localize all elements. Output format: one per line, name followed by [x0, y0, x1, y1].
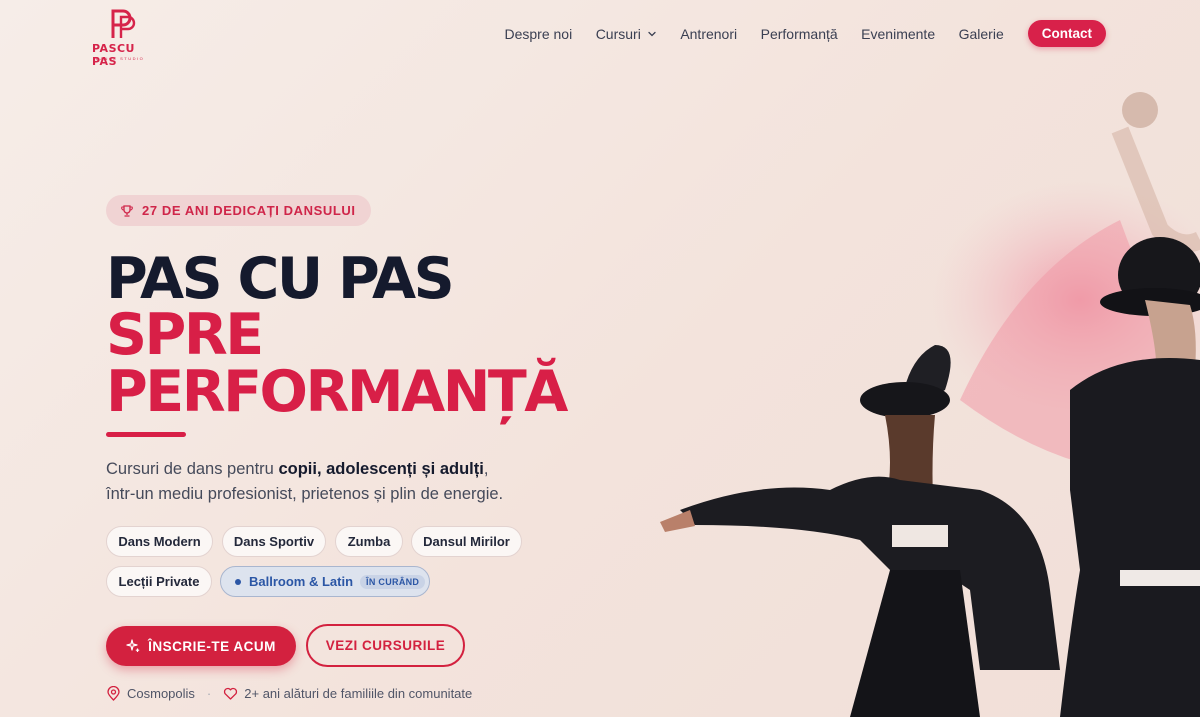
nav-galerie[interactable]: Galerie: [959, 26, 1004, 42]
nav-evenimente[interactable]: Evenimente: [861, 26, 935, 42]
chip-ballroom-latin-label: Ballroom & Latin: [249, 574, 354, 589]
location-pin-icon: [107, 686, 120, 701]
sparkle-icon: [126, 639, 140, 652]
coming-soon-badge: ÎN CURÂND: [360, 574, 426, 589]
nav-antrenori[interactable]: Antrenori: [680, 26, 737, 42]
contact-button[interactable]: Contact: [1027, 20, 1106, 47]
hero-title-line-1: PAS CU PAS: [106, 246, 455, 312]
chip-dansul-mirilor[interactable]: Dansul Mirilor: [411, 526, 522, 557]
lead-audience: copii, adolescenți și adulți: [278, 460, 484, 478]
chip-dans-sportiv[interactable]: Dans Sportiv: [222, 526, 326, 557]
nav-cursuri-label: Cursuri: [595, 25, 641, 42]
chip-lectii-private[interactable]: Lecții Private: [106, 566, 212, 597]
lead-prefix: Cursuri de dans pentru: [106, 460, 279, 478]
hero-title-line-3: PERFORMANȚĂ: [106, 359, 568, 425]
status-dot: [235, 578, 241, 585]
view-courses-button[interactable]: VEZI CURSURILE: [306, 624, 465, 667]
experience-badge-label: 27 DE ANI DEDICAȚI DANSULUI: [142, 203, 356, 218]
hero-title-line-2: SPRE: [106, 302, 264, 368]
experience-badge: 27 DE ANI DEDICAȚI DANSULUI: [106, 195, 371, 226]
lead-line-2: într-un mediu profesionist, prietenos și…: [106, 485, 504, 503]
nav-cursuri[interactable]: Cursuri: [596, 26, 657, 42]
site-header: PASCU PAS DANCE STUDIO Despre noi Cursur…: [0, 0, 1200, 68]
logo-subtitle: DANCE STUDIO: [96, 56, 145, 61]
chip-zumba[interactable]: Zumba: [335, 526, 403, 557]
nav-despre-noi[interactable]: Despre noi: [504, 26, 572, 42]
main-nav: Despre noi Cursuri Antrenori Performanță…: [504, 20, 1106, 47]
meta-separator: ·: [206, 686, 212, 701]
hero-lead: Cursuri de dans pentru copii, adolescenț…: [106, 457, 503, 507]
community-text: 2+ ani alături de familiile din comunita…: [244, 686, 473, 701]
hero-dancers-image: [660, 92, 1200, 717]
heart-icon: [224, 687, 238, 700]
logo-mark-icon: [111, 9, 136, 38]
lead-suffix: ,: [483, 460, 489, 478]
chip-ballroom-latin[interactable]: Ballroom & Latin ÎN CURÂND: [220, 566, 430, 597]
title-accent-bar: [106, 432, 186, 437]
nav-performanta[interactable]: Performanță: [761, 26, 838, 42]
trophy-icon: [121, 204, 133, 217]
chip-dans-modern[interactable]: Dans Modern: [106, 526, 213, 557]
hero-meta: Cosmopolis · 2+ ani alături de familiile…: [106, 686, 472, 701]
enroll-now-button[interactable]: ÎNSCRIE-TE ACUM: [106, 626, 296, 666]
location-text: Cosmopolis: [127, 686, 195, 701]
logo[interactable]: PASCU PAS DANCE STUDIO: [90, 8, 160, 68]
chevron-down-icon: [648, 31, 656, 36]
logo-wordmark: PASCU PAS: [92, 42, 135, 68]
enroll-now-label: ÎNSCRIE-TE ACUM: [148, 638, 276, 654]
